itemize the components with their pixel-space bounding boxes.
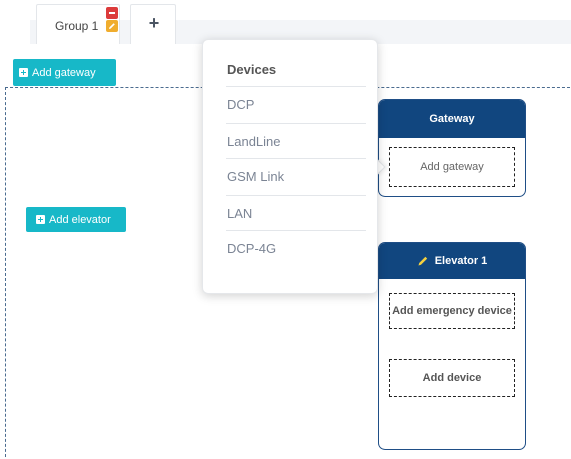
elevator-card-header[interactable]: Elevator 1 xyxy=(379,243,525,279)
add-emergency-device-label: Add emergency device xyxy=(392,305,512,317)
dropdown-item-dcp[interactable]: DCP xyxy=(227,97,254,112)
add-gateway-slot[interactable]: Add gateway xyxy=(389,147,515,187)
elevator-card-title: Elevator 1 xyxy=(434,255,488,267)
tab-group-1-label: Group 1 xyxy=(55,19,99,33)
plus-square-icon xyxy=(36,215,45,224)
dropdown-item-lan[interactable]: LAN xyxy=(227,206,252,221)
pencil-icon xyxy=(109,23,115,29)
add-gateway-label: Add gateway xyxy=(32,66,96,79)
add-gateway-slot-label: Add gateway xyxy=(420,161,484,173)
dropdown-item-landline[interactable]: LandLine xyxy=(227,134,281,149)
add-device-slot[interactable]: Add device xyxy=(389,359,515,397)
plus-icon: + xyxy=(148,13,160,33)
gateway-card-title: Gateway xyxy=(429,113,475,125)
add-elevator-button[interactable]: Add elevator xyxy=(26,207,126,232)
dropdown-item-gsm-link[interactable]: GSM Link xyxy=(227,169,284,184)
add-tab-button[interactable]: + xyxy=(130,4,176,44)
dropdown-divider xyxy=(226,230,366,231)
elevator-card: Elevator 1 Add emergency device Add devi… xyxy=(378,242,526,450)
gateway-card: Gateway Add gateway xyxy=(378,99,526,197)
add-device-label: Add device xyxy=(422,372,482,384)
gateway-card-header: Gateway xyxy=(379,100,525,138)
dropdown-divider xyxy=(226,195,366,196)
dropdown-divider xyxy=(226,86,366,87)
add-emergency-device-slot[interactable]: Add emergency device xyxy=(389,293,515,329)
add-elevator-label: Add elevator xyxy=(49,213,111,226)
dropdown-divider xyxy=(226,158,366,159)
devices-dropdown: Devices DCP LandLine GSM Link LAN DCP-4G xyxy=(202,39,378,294)
dropdown-divider xyxy=(226,123,366,124)
delete-group-icon[interactable] xyxy=(106,7,118,19)
dropdown-item-dcp-4g[interactable]: DCP-4G xyxy=(227,241,276,256)
plus-square-icon xyxy=(19,68,28,77)
edit-group-icon[interactable] xyxy=(106,20,118,32)
pencil-icon xyxy=(418,256,427,266)
dropdown-title: Devices xyxy=(227,62,277,77)
add-gateway-button[interactable]: Add gateway xyxy=(13,59,116,86)
